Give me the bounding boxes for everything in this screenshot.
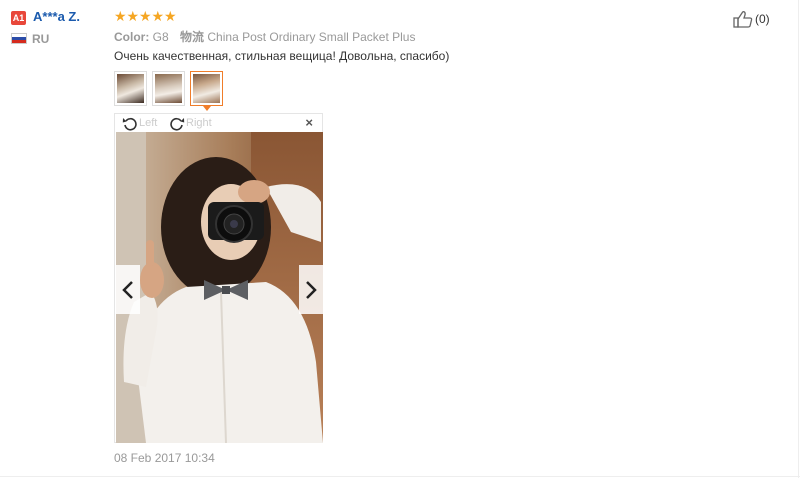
rotate-right-label: Right [186, 117, 212, 129]
star-icon: ★ [114, 8, 127, 24]
viewer-toolbar: Left Right × [115, 114, 322, 131]
photo-thumbnails [114, 71, 223, 111]
star-icon: ★ [126, 8, 140, 24]
star-icon: ★ [139, 8, 152, 24]
review-photo-image [116, 132, 323, 443]
shipping-label: 物流 [180, 30, 205, 44]
color-label: Color: [114, 30, 150, 44]
rotate-left-button[interactable]: Left [122, 115, 157, 131]
thumbs-up-icon [733, 11, 753, 28]
next-photo-button[interactable] [299, 265, 323, 314]
rotate-right-icon [170, 117, 185, 131]
reviewer-name[interactable]: A***a Z. [33, 9, 80, 24]
chevron-left-icon [122, 280, 133, 299]
star-rating: ★ ★ ★ ★ ★ [114, 8, 177, 24]
photo-thumb-2[interactable] [152, 71, 185, 106]
thumbnail-image [117, 74, 144, 103]
previous-photo-button[interactable] [116, 265, 140, 314]
review-photo [116, 132, 323, 443]
star-icon: ★ [151, 8, 165, 24]
shipping-value: China Post Ordinary Small Packet Plus [207, 30, 416, 44]
photo-thumb-3[interactable] [190, 71, 223, 111]
thumbnail-image [193, 74, 220, 103]
close-viewer-button[interactable]: × [305, 115, 313, 130]
thumbnail-image [155, 74, 182, 103]
chevron-right-icon [306, 280, 317, 299]
helpful-button[interactable]: (0) [733, 10, 770, 28]
helpful-count: (0) [755, 12, 770, 26]
photo-thumb-1[interactable] [114, 71, 147, 106]
divider [798, 0, 799, 478]
color-value: G8 [152, 30, 169, 44]
user-level-badge: A1 [11, 11, 26, 25]
photo-viewer: Left Right × [114, 113, 323, 443]
star-icon: ★ [164, 8, 177, 24]
reviewer-country: RU [32, 32, 50, 46]
country-flag-icon [11, 33, 27, 44]
rotate-left-label: Left [139, 117, 158, 129]
rotate-right-button[interactable]: Right [169, 115, 212, 131]
review-text: Очень качественная, стильная вещица! Дов… [114, 49, 450, 63]
review-date: 08 Feb 2017 10:34 [114, 451, 215, 465]
divider [0, 476, 800, 477]
rotate-left-icon [122, 117, 137, 131]
order-info: Color: G8 物流 China Post Ordinary Small P… [114, 28, 415, 45]
active-thumb-indicator [203, 106, 211, 111]
